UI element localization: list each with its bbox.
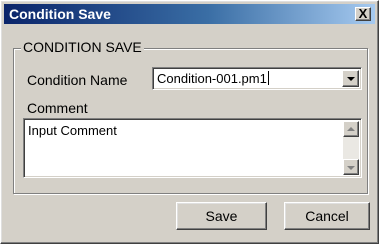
group-legend: CONDITION SAVE	[21, 39, 144, 55]
comment-text: Input Comment	[28, 123, 117, 138]
scroll-down-button[interactable]	[343, 159, 359, 175]
close-button[interactable]: X	[355, 6, 371, 21]
condition-name-combobox[interactable]: Condition-001.pm1	[152, 67, 362, 90]
cancel-button[interactable]: Cancel	[284, 202, 370, 230]
arrow-down-icon	[347, 166, 355, 170]
scroll-up-button[interactable]	[343, 121, 359, 137]
condition-name-label: Condition Name	[27, 72, 128, 88]
condition-save-dialog: Condition Save X CONDITION SAVE Conditio…	[0, 0, 379, 244]
title-bar[interactable]: Condition Save X	[4, 4, 375, 24]
comment-scrollbar[interactable]	[343, 121, 359, 175]
text-cursor	[267, 71, 269, 85]
chevron-down-icon	[347, 77, 355, 81]
close-icon: X	[358, 6, 368, 21]
save-button[interactable]: Save	[176, 202, 267, 230]
arrow-up-icon	[347, 127, 355, 131]
comment-textarea[interactable]: Input Comment	[23, 118, 362, 178]
condition-name-input[interactable]: Condition-001.pm1	[157, 71, 269, 87]
window-title: Condition Save	[9, 6, 111, 22]
dropdown-button[interactable]	[342, 70, 359, 87]
comment-label: Comment	[27, 100, 88, 116]
